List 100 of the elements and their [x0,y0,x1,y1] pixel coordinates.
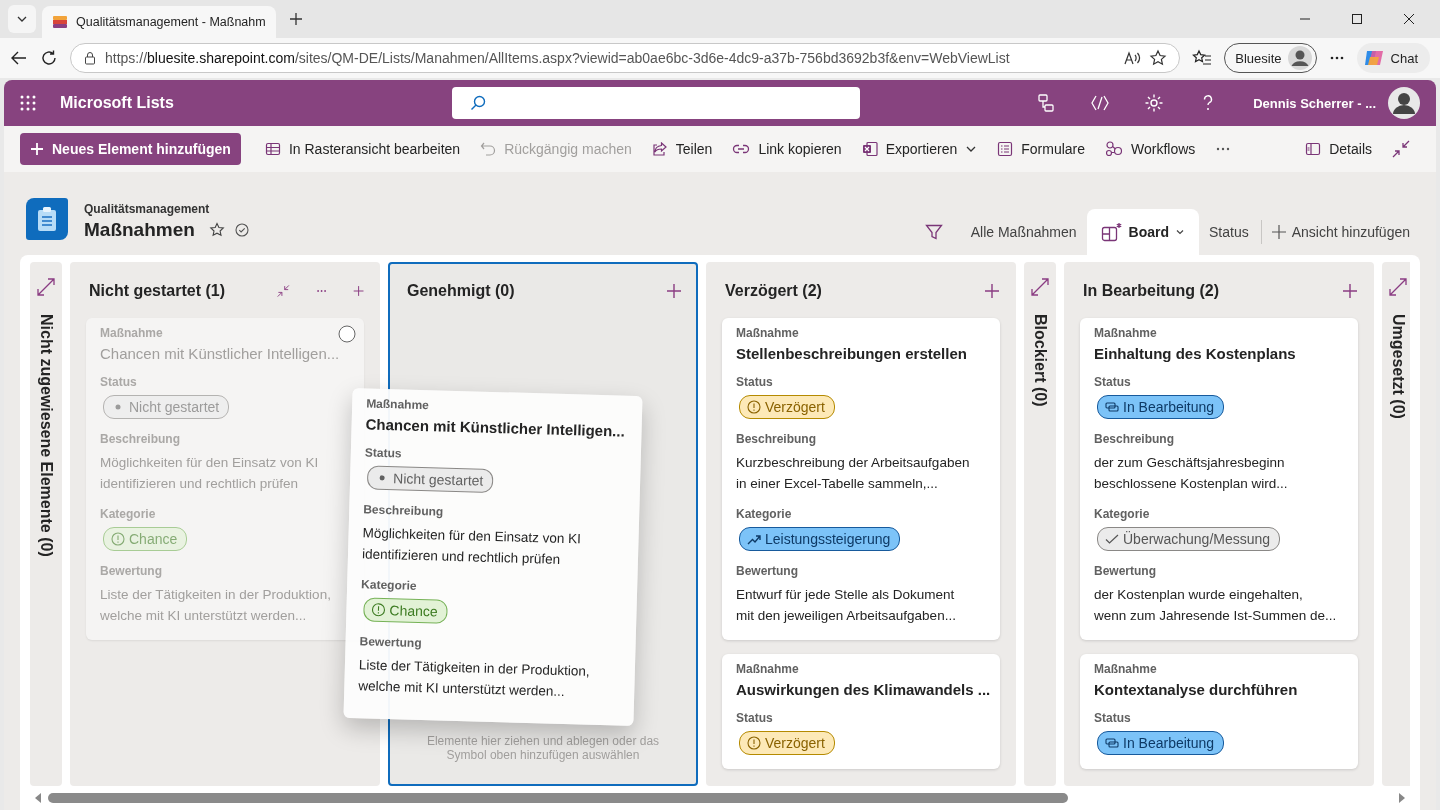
checkmark-icon [1105,532,1119,546]
address-bar[interactable]: https://bluesite.sharepoint.com/sites/QM-DE/Lists/Manahmen/AllItems.aspx?viewid=ab0ae6bc-3d6e-4dc9-a37b-756bd3692b3f&env=WebViewList [70,43,1181,73]
refresh-icon[interactable] [40,49,58,67]
site-name[interactable]: Qualitätsmanagement [84,202,249,216]
field-label: Beschreibung [736,432,816,446]
add-icon[interactable] [984,283,1000,299]
search-field[interactable] [452,87,860,119]
follow-check-icon[interactable] [234,223,249,237]
command-button[interactable]: Teilen [641,133,723,165]
view-tab[interactable]: Board [1086,209,1199,255]
progress-icon [1105,736,1119,750]
collapse-icon[interactable] [1392,140,1410,158]
browser-tab[interactable]: Qualitätsmanagement - Maßnahm [42,6,276,38]
command-button[interactable]: Exportieren [851,133,988,165]
pill-text: Nicht gestartet [392,470,484,489]
drop-hint: Elemente hier ziehen und ablegen oder das Symbol oben hinzufügen auswählen [425,734,661,762]
card[interactable]: Maßnahme Auswirkungen des Klimawandels ... Status Verzögert [722,654,1000,769]
chevron-down-icon [1175,227,1185,237]
avatar-icon[interactable] [1388,87,1420,119]
view-tab[interactable]: Alle Maßnahmen [960,209,1087,255]
pill-text: Chance [389,602,438,620]
user-name[interactable]: Dennis Scherrer - ... [1253,95,1376,111]
command-button[interactable]: Workflows [1095,133,1206,165]
expand-icon[interactable] [37,278,55,296]
field-text: der Kostenplan wurde eingehalten, wenn zum Jahresende Ist-Summen de... [1094,586,1337,625]
card[interactable] [1080,318,1358,640]
card[interactable] [722,318,1000,640]
warning-icon [747,736,761,750]
field-label: Beschreibung [1094,432,1174,446]
filter-icon[interactable] [924,223,943,241]
field-label: Maßnahme [366,396,430,413]
expand-icon[interactable] [1389,278,1407,296]
warning-icon [111,532,125,546]
card-title: Kontextanalyse durchführen [1094,681,1298,698]
add-icon[interactable] [352,283,364,299]
undo-icon [480,141,497,157]
column-title: In Bearbeitung (2) [1083,282,1219,300]
pill-text: Verzögert [765,399,825,415]
trend-arrow-icon [747,532,761,546]
code-icon[interactable] [1090,93,1111,113]
pill-text: Verzögert [765,735,825,751]
app-name[interactable]: Microsoft Lists [60,94,452,112]
board-view-icon [1100,222,1123,242]
close-icon[interactable] [1403,13,1415,25]
warning-icon [747,400,761,414]
details-button[interactable]: Details [1295,133,1382,165]
favorite-star-icon[interactable] [208,222,225,238]
pill-text: Leistungssteigerung [765,531,891,547]
view-tab[interactable]: Status [1199,209,1259,255]
command-button[interactable]: Formulare [987,133,1096,165]
scrollbar-thumb[interactable] [48,793,1068,803]
plus-icon [30,142,44,156]
chat-button[interactable]: Chat [1356,43,1430,73]
field-label: Maßnahme [1094,326,1157,340]
field-text: Entwurf für jede Stelle als Dokument mit den jeweiligen Arbeitsaufgaben... [736,586,956,625]
command-button[interactable]: Link kopieren [722,133,852,165]
column-title: Nicht zugewiesene Elemente (0) [37,314,55,557]
field-label: Maßnahme [1094,662,1157,676]
pill-text: Nicht gestartet [129,399,220,415]
pill-text: Chance [129,531,178,547]
favorites-icon[interactable] [1192,49,1213,67]
command-button[interactable]: In Rasteransicht bearbeiten [254,133,471,165]
column-title: Genehmigt (0) [407,282,515,300]
app-launcher-icon[interactable] [20,95,36,111]
lock-icon [83,51,97,65]
field-text: Liste der Tätigkeiten in der Produktion, welche mit KI unterstützt werden... [100,586,331,625]
select-circle-icon[interactable] [338,325,356,343]
back-icon[interactable] [10,49,28,67]
scroll-left-icon[interactable] [34,793,42,803]
new-item-button[interactable]: Neues Element hinzufügen [20,133,241,165]
workflow-icon [1105,141,1124,157]
favorite-star-icon[interactable] [1149,49,1168,67]
field-label: Status [1094,711,1131,725]
field-label: Bewertung [359,634,422,651]
scroll-right-icon[interactable] [1398,793,1406,803]
maximize-icon[interactable] [1351,13,1363,25]
settings-icon[interactable] [1144,93,1165,113]
read-aloud-icon[interactable] [1123,50,1142,66]
column-title: Verzögert (2) [725,282,822,300]
field-label: Status [736,711,773,725]
progress-icon [1105,400,1119,414]
card-title: Chancen mit Künstlicher Intelligen... [365,415,625,440]
field-label: Kategorie [361,577,417,593]
add-icon[interactable] [1342,283,1358,299]
avatar-icon [1287,46,1312,70]
expand-icon[interactable] [1031,278,1049,296]
dragged-card[interactable] [343,388,643,726]
add-view-button[interactable]: Ansicht hinzufügen [1260,220,1420,244]
people-icon[interactable] [1036,93,1057,113]
card-title: Stellenbeschreibungen erstellen [736,345,967,362]
spreadsheet-icon [861,141,878,157]
column-title: Nicht gestartet (1) [89,282,226,300]
column-title: Blockiert (0) [1031,314,1049,407]
card-title: Chancen mit Künstlicher Intelligen... [100,345,340,362]
warning-icon [371,602,386,617]
add-icon[interactable] [666,283,682,299]
field-label: Status [736,375,773,389]
collapse-icon[interactable] [277,282,290,300]
card[interactable]: Maßnahme Kontextanalyse durchführen Status In Bearbeitung [1080,654,1358,769]
field-label: Maßnahme [100,326,163,340]
